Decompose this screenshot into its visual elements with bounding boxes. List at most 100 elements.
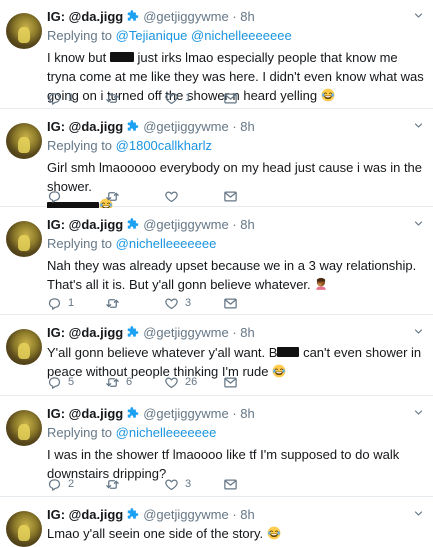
retweet-button[interactable]: [105, 188, 126, 204]
display-name[interactable]: IG: @da.jigg: [47, 119, 123, 134]
laughing-emoji-icon: [321, 88, 335, 102]
heart-icon: [164, 91, 179, 106]
tweet-header: IG: @da.jigg @getjiggywme · 8h: [47, 324, 425, 342]
username[interactable]: @getjiggywme: [143, 325, 228, 340]
timestamp[interactable]: 8h: [240, 406, 254, 421]
like-button[interactable]: 26: [164, 374, 197, 390]
timestamp[interactable]: 8h: [240, 217, 254, 232]
direct-message-button[interactable]: [223, 90, 238, 106]
chevron-down-icon[interactable]: [414, 327, 423, 336]
reply-count: 1: [68, 92, 75, 104]
retweet-button[interactable]: [105, 295, 126, 311]
facepalm-emoji-icon: [314, 277, 328, 291]
laughing-emoji-icon: [272, 364, 286, 378]
replying-to: Replying to @Tejianique @nichelleeeeeee: [47, 27, 425, 44]
redaction-bar: [277, 347, 300, 357]
reply-button[interactable]: 2: [47, 476, 74, 492]
replying-to-prefix: Replying to: [47, 138, 113, 153]
mail-icon: [223, 477, 238, 492]
avatar[interactable]: [6, 123, 42, 159]
like-count: 26: [185, 376, 198, 388]
retweet-icon: [105, 477, 120, 492]
replying-to: Replying to @nichelleeeeeee: [47, 235, 425, 252]
tweet-header: IG: @da.jigg @getjiggywme · 8h: [47, 216, 425, 234]
timestamp[interactable]: 8h: [240, 507, 254, 522]
reply-icon: [47, 296, 62, 311]
like-button[interactable]: [164, 188, 185, 204]
avatar[interactable]: [6, 221, 42, 257]
display-name[interactable]: IG: @da.jigg: [47, 325, 123, 340]
avatar[interactable]: [6, 410, 42, 446]
reply-button[interactable]: [47, 188, 68, 204]
direct-message-button[interactable]: [223, 295, 238, 311]
like-button[interactable]: 3: [164, 476, 191, 492]
display-name[interactable]: IG: @da.jigg: [47, 217, 123, 232]
tweet[interactable]: IG: @da.jigg @getjiggywme · 8h Lmao y'all…: [0, 498, 433, 547]
reply-count: 5: [68, 376, 75, 388]
replying-to-mentions[interactable]: @nichelleeeeeee: [116, 236, 217, 251]
display-name[interactable]: IG: @da.jigg: [47, 9, 123, 24]
chevron-down-icon[interactable]: [414, 121, 423, 130]
replying-to-mentions[interactable]: @1800callkharlz: [116, 138, 212, 153]
reply-count: 2: [68, 478, 75, 490]
tweet-text: Girl smh lmaooooo everybody on my head j…: [47, 158, 425, 215]
avatar[interactable]: [6, 329, 42, 365]
username[interactable]: @getjiggywme: [143, 406, 228, 421]
username[interactable]: @getjiggywme: [143, 119, 228, 134]
username[interactable]: @getjiggywme: [143, 507, 228, 522]
laughing-emoji-icon: [267, 526, 281, 540]
mail-icon: [223, 296, 238, 311]
timestamp[interactable]: 8h: [240, 119, 254, 134]
reply-icon: [47, 477, 62, 492]
mail-icon: [223, 91, 238, 106]
reply-icon: [47, 375, 62, 390]
direct-message-button[interactable]: [223, 374, 238, 390]
retweet-button[interactable]: [105, 476, 126, 492]
replying-to-mentions[interactable]: @nichelleeeeeee: [116, 425, 217, 440]
display-name[interactable]: IG: @da.jigg: [47, 406, 123, 421]
display-name[interactable]: IG: @da.jigg: [47, 507, 123, 522]
redaction-bar: [109, 52, 134, 62]
tweet-text-part: Y'all gonn believe whatever y'all want. …: [47, 345, 278, 360]
reply-button[interactable]: 1: [47, 90, 74, 106]
puzzle-badge-icon: [126, 406, 140, 420]
avatar[interactable]: [6, 511, 42, 547]
retweet-icon: [105, 375, 120, 390]
direct-message-button[interactable]: [223, 476, 238, 492]
chevron-down-icon[interactable]: [414, 219, 423, 228]
username[interactable]: @getjiggywme: [143, 217, 228, 232]
heart-icon: [164, 375, 179, 390]
like-count: 3: [185, 297, 192, 309]
retweet-icon: [105, 189, 120, 204]
retweet-icon: [105, 296, 120, 311]
avatar[interactable]: [6, 13, 42, 49]
timestamp[interactable]: 8h: [240, 9, 254, 24]
heart-icon: [164, 477, 179, 492]
retweet-icon: [105, 91, 120, 106]
chevron-down-icon[interactable]: [414, 11, 423, 20]
puzzle-badge-icon: [126, 217, 140, 231]
like-button[interactable]: 1: [164, 90, 191, 106]
chevron-down-icon[interactable]: [414, 408, 423, 417]
reply-button[interactable]: 5: [47, 374, 74, 390]
retweet-button[interactable]: 6: [105, 374, 132, 390]
replying-to-mentions[interactable]: @Tejianique @nichelleeeeeee: [116, 28, 292, 43]
tweet[interactable]: IG: @da.jigg @getjiggywme · 8h Replying t…: [0, 397, 433, 497]
timestamp[interactable]: 8h: [240, 325, 254, 340]
like-button[interactable]: 3: [164, 295, 191, 311]
heart-icon: [164, 189, 179, 204]
tweet[interactable]: IG: @da.jigg @getjiggywme · 8h Replying t…: [0, 110, 433, 207]
chevron-down-icon[interactable]: [414, 509, 423, 518]
separator-dot: ·: [232, 325, 237, 340]
heart-icon: [164, 296, 179, 311]
retweet-button[interactable]: [105, 90, 126, 106]
tweet[interactable]: IG: @da.jigg @getjiggywme · 8h Y'all gonn…: [0, 316, 433, 396]
puzzle-badge-icon: [126, 507, 140, 521]
tweet[interactable]: IG: @da.jigg @getjiggywme · 8h Replying t…: [0, 0, 433, 109]
replying-to-prefix: Replying to: [47, 28, 113, 43]
tweet[interactable]: IG: @da.jigg @getjiggywme · 8h Replying t…: [0, 208, 433, 315]
reply-button[interactable]: 1: [47, 295, 74, 311]
retweet-count: 6: [126, 376, 133, 388]
direct-message-button[interactable]: [223, 188, 238, 204]
username[interactable]: @getjiggywme: [143, 9, 228, 24]
